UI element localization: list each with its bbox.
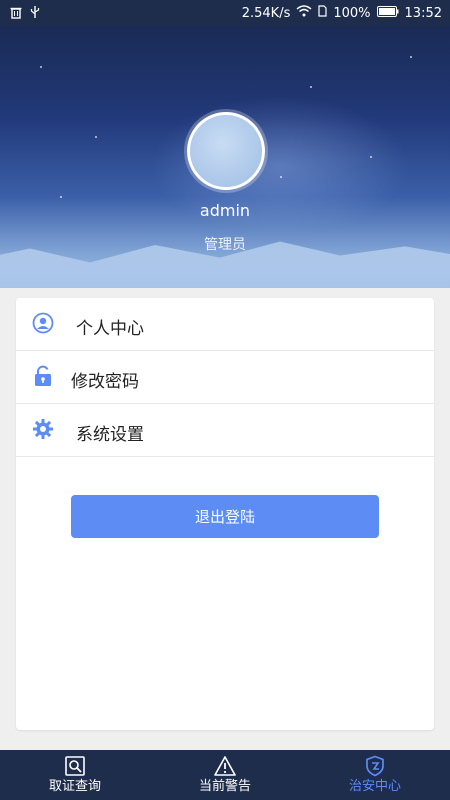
tab-evidence-query[interactable]: 取证查询 — [0, 750, 150, 800]
usb-icon — [30, 5, 40, 23]
star — [280, 176, 282, 178]
star — [410, 56, 412, 58]
trash-icon — [10, 6, 22, 23]
sim-icon — [318, 5, 327, 21]
clock: 13:52 — [404, 5, 442, 21]
menu-card: 个人中心 修改密码 系统设置 退出登陆 — [16, 298, 434, 730]
gear-icon — [32, 418, 54, 440]
shield-icon — [364, 755, 386, 777]
star — [95, 136, 97, 138]
unlock-icon — [32, 365, 54, 387]
battery-percent: 100% — [333, 5, 371, 21]
tab-label: 当前警告 — [198, 779, 251, 794]
user-role: 管理员 — [204, 237, 246, 253]
search-doc-icon — [64, 755, 86, 777]
menu-item-change-password[interactable]: 修改密码 — [16, 351, 434, 404]
menu-item-label: 个人中心 — [76, 319, 144, 339]
username: admin — [199, 201, 251, 220]
tab-label: 取证查询 — [48, 779, 101, 794]
star — [310, 86, 312, 88]
tab-public-security-center[interactable]: 治安中心 — [300, 750, 450, 800]
warning-icon — [214, 755, 236, 777]
menu-item-label: 系统设置 — [76, 425, 144, 445]
network-speed: 2.54K/s — [241, 5, 291, 21]
wifi-icon — [296, 5, 312, 21]
menu-item-personal-center[interactable]: 个人中心 — [16, 298, 434, 351]
star — [40, 66, 42, 68]
battery-icon — [376, 5, 399, 21]
profile-header: admin 管理员 — [0, 26, 450, 288]
bottom-nav: 取证查询 当前警告 治安中心 — [0, 750, 450, 800]
star — [60, 196, 62, 198]
logout-button[interactable]: 退出登陆 — [71, 495, 379, 538]
menu-item-system-settings[interactable]: 系统设置 — [16, 404, 434, 457]
user-circle-icon — [32, 312, 54, 334]
star — [370, 156, 372, 158]
status-bar: 2.54K/s 100% 13:52 — [0, 0, 450, 26]
tab-current-warnings[interactable]: 当前警告 — [150, 750, 300, 800]
avatar[interactable] — [187, 112, 265, 190]
tab-label: 治安中心 — [348, 779, 401, 794]
menu-item-label: 修改密码 — [71, 372, 139, 392]
